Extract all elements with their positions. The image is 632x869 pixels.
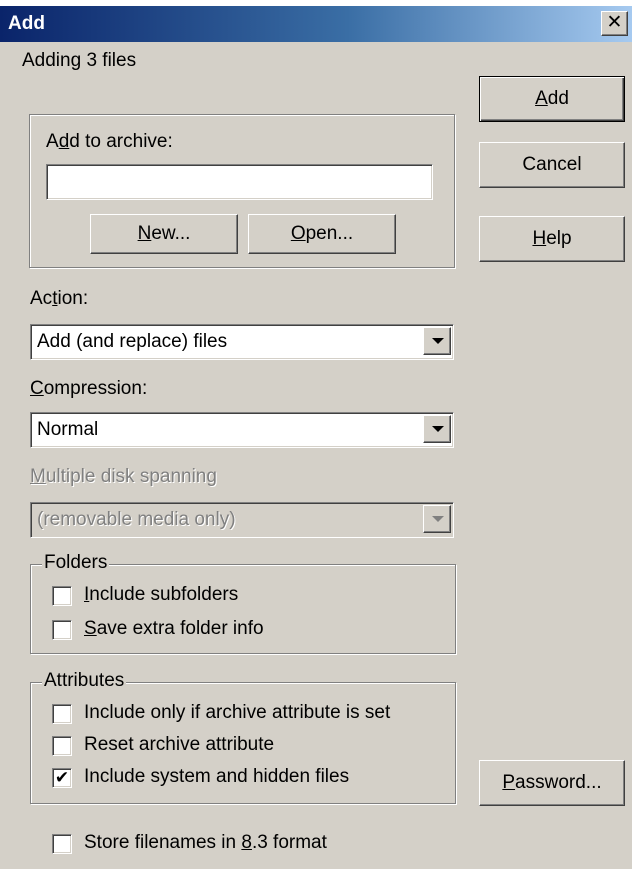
include-subfolders-box[interactable] xyxy=(52,586,72,606)
add-dialog: Add ✕ Adding 3 files Add to archive: New… xyxy=(0,6,632,869)
archive-attribute-only-checkbox[interactable]: Include only if archive attribute is set xyxy=(52,702,447,726)
spanning-dropdown-button xyxy=(423,505,451,533)
action-value: Add (and replace) files xyxy=(37,331,228,352)
save-folder-info-checkbox[interactable]: Save extra folder info xyxy=(52,618,432,642)
add-button[interactable]: Add xyxy=(479,76,625,122)
store-83-checkbox[interactable]: Store filenames in 8.3 format xyxy=(52,832,432,856)
spanning-label: Multiple disk spanning xyxy=(30,466,217,487)
new-archive-button[interactable]: New... xyxy=(90,214,238,254)
include-system-hidden-checkbox[interactable]: ✔ Include system and hidden files xyxy=(52,766,432,790)
include-subfolders-checkbox[interactable]: Include subfolders xyxy=(52,584,432,608)
help-button-label: Help xyxy=(532,228,572,249)
cancel-button-label: Cancel xyxy=(522,154,582,175)
status-text: Adding 3 files xyxy=(22,50,137,71)
action-label: Action: xyxy=(30,288,89,309)
action-select[interactable]: Add (and replace) files xyxy=(30,324,454,360)
folders-group-title: Folders xyxy=(42,552,110,574)
compression-value: Normal xyxy=(37,419,99,440)
archive-name-field[interactable] xyxy=(46,164,433,200)
close-icon: ✕ xyxy=(606,12,623,33)
store-83-label: Store filenames in 8.3 format xyxy=(84,832,327,853)
store-83-box[interactable] xyxy=(52,834,72,854)
add-to-archive-label: Add to archive: xyxy=(46,131,173,152)
open-button-label: Open... xyxy=(290,223,354,244)
compression-dropdown-button[interactable] xyxy=(423,415,451,443)
include-system-hidden-label: Include system and hidden files xyxy=(84,766,350,787)
chevron-down-icon xyxy=(432,516,444,522)
spanning-value: (removable media only) xyxy=(37,509,236,530)
include-subfolders-label: Include subfolders xyxy=(84,584,239,605)
chevron-down-icon xyxy=(432,426,444,432)
compression-label: Compression: xyxy=(30,378,148,399)
include-system-hidden-box[interactable]: ✔ xyxy=(52,768,72,788)
save-folder-info-label: Save extra folder info xyxy=(84,618,264,639)
action-dropdown-button[interactable] xyxy=(423,327,451,355)
dialog-title: Add xyxy=(8,13,45,34)
spanning-select: (removable media only) xyxy=(30,502,454,538)
attributes-group-title: Attributes xyxy=(42,670,127,692)
open-archive-button[interactable]: Open... xyxy=(248,214,396,254)
reset-archive-attribute-label: Reset archive attribute xyxy=(84,734,275,755)
reset-archive-attribute-checkbox[interactable]: Reset archive attribute xyxy=(52,734,432,758)
password-button[interactable]: Password... xyxy=(479,760,625,806)
password-button-label: Password... xyxy=(502,772,602,793)
archive-name-input[interactable] xyxy=(47,165,432,199)
add-button-label: Add xyxy=(535,88,569,109)
save-folder-info-box[interactable] xyxy=(52,620,72,640)
title-bar[interactable]: Add ✕ xyxy=(0,6,632,42)
close-button[interactable]: ✕ xyxy=(601,11,628,36)
chevron-down-icon xyxy=(432,338,444,344)
archive-attribute-only-box[interactable] xyxy=(52,704,72,724)
archive-attribute-only-label: Include only if archive attribute is set xyxy=(84,702,391,723)
reset-archive-attribute-box[interactable] xyxy=(52,736,72,756)
cancel-button[interactable]: Cancel xyxy=(479,142,625,188)
checkmark-icon: ✔ xyxy=(54,768,70,787)
compression-select[interactable]: Normal xyxy=(30,412,454,448)
new-button-label: New... xyxy=(137,223,191,244)
help-button[interactable]: Help xyxy=(479,216,625,262)
